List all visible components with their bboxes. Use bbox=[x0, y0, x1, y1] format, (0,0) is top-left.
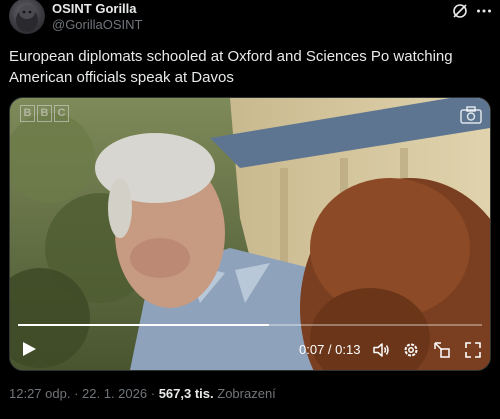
meta-separator: · bbox=[150, 386, 156, 401]
settings-icon bbox=[404, 343, 418, 357]
tweet-header: OSINT Gorilla @GorillaOSINT bbox=[0, 0, 500, 40]
video-player[interactable]: B B C 0:07 / 0:13 bbox=[9, 97, 491, 371]
meta-separator: · bbox=[74, 386, 79, 401]
camera-icon bbox=[460, 106, 482, 129]
bbc-letter: B bbox=[20, 105, 35, 122]
bbc-letter: B bbox=[37, 105, 52, 122]
more-icon[interactable] bbox=[475, 2, 493, 20]
video-progress-fill bbox=[18, 324, 269, 326]
tweet-date[interactable]: 22. 1. 2026 bbox=[82, 386, 147, 401]
author-display-name[interactable]: OSINT Gorilla bbox=[52, 1, 137, 16]
avatar[interactable] bbox=[9, 0, 45, 34]
video-progress-bar[interactable] bbox=[18, 324, 482, 326]
volume-button[interactable] bbox=[372, 341, 390, 359]
pop-out-button[interactable] bbox=[433, 341, 451, 359]
grok-icon[interactable] bbox=[451, 2, 469, 20]
tweet-text: European diplomats schooled at Oxford an… bbox=[9, 48, 453, 86]
pop-out-icon bbox=[434, 342, 450, 358]
video-time: 0:07 / 0:13 bbox=[299, 342, 361, 357]
author-handle[interactable]: @GorillaOSINT bbox=[52, 17, 143, 32]
views-count[interactable]: 567,3 tis. bbox=[159, 386, 214, 401]
bbc-letter: C bbox=[54, 105, 69, 122]
fullscreen-button[interactable] bbox=[464, 341, 482, 359]
bbc-watermark: B B C bbox=[20, 105, 69, 122]
tweet-meta: 12:27 odp. · 22. 1. 2026 · 567,3 tis. Zo… bbox=[9, 386, 276, 401]
tweet-time[interactable]: 12:27 odp. bbox=[9, 386, 70, 401]
settings-button[interactable] bbox=[402, 341, 420, 359]
video-frame bbox=[10, 98, 490, 370]
fullscreen-icon bbox=[465, 342, 481, 358]
volume-icon bbox=[373, 343, 389, 357]
play-icon bbox=[23, 342, 36, 356]
views-label: Zobrazení bbox=[217, 386, 276, 401]
play-button[interactable] bbox=[20, 340, 38, 358]
